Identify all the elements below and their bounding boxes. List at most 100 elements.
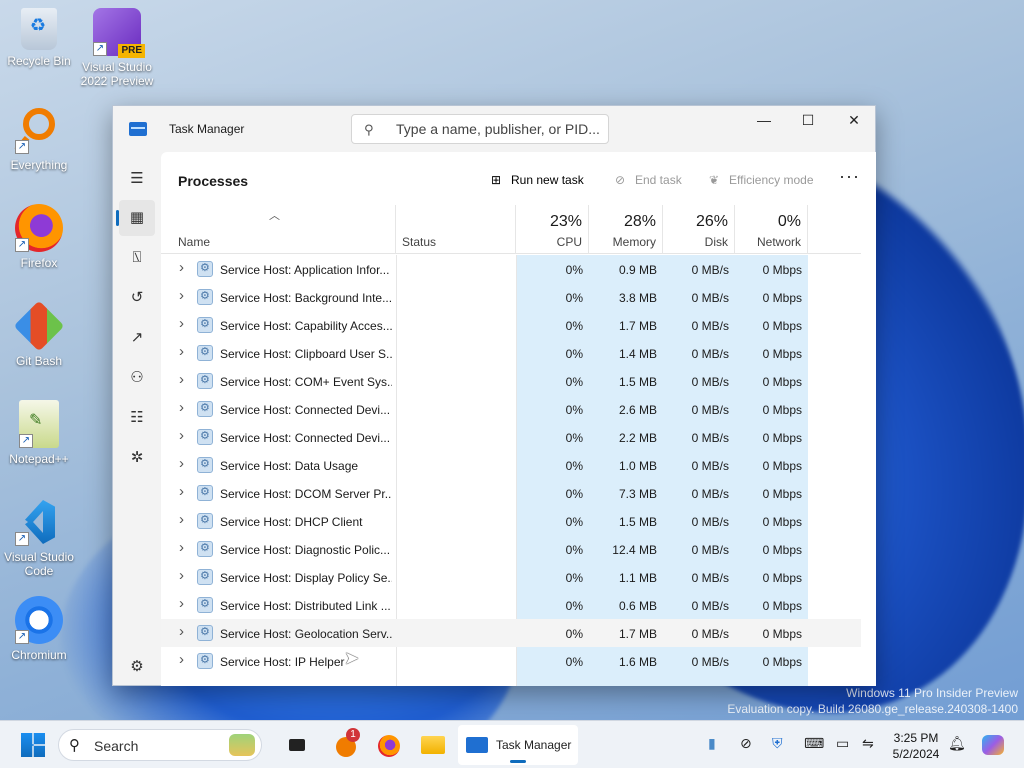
expand-chevron-icon[interactable]: › xyxy=(179,371,184,388)
column-header-memory[interactable]: 28% Memory xyxy=(589,205,663,254)
desktop-icon-chromium[interactable]: ↗ Chromium xyxy=(1,596,77,662)
column-header-status[interactable]: Status xyxy=(396,205,516,254)
process-row[interactable]: › Service Host: Display Policy Se... 0% 1.1… xyxy=(161,563,861,591)
process-name: Service Host: Capability Acces... xyxy=(220,319,392,333)
process-row[interactable]: › Service Host: Capability Acces... 0% 1.7 … xyxy=(161,311,861,339)
expand-chevron-icon[interactable]: › xyxy=(179,511,184,528)
process-row[interactable]: › Service Host: Background Inte... 0% 3.8 M… xyxy=(161,283,861,311)
expand-chevron-icon[interactable]: › xyxy=(179,455,184,472)
expand-chevron-icon[interactable]: › xyxy=(179,287,184,304)
process-row[interactable]: › Service Host: DHCP Client 0% 1.5 MB 0 MB/s… xyxy=(161,507,861,535)
vscode-icon: ↗ xyxy=(15,498,63,546)
nav-details[interactable]: ☷ xyxy=(119,400,155,436)
column-header-network[interactable]: 0% Network xyxy=(735,205,808,254)
desktop-icon-git-bash[interactable]: Git Bash xyxy=(1,300,77,368)
expand-chevron-icon[interactable]: › xyxy=(179,651,184,668)
column-header-disk[interactable]: 26% Disk xyxy=(663,205,735,254)
copilot-button[interactable] xyxy=(980,729,1006,761)
expand-chevron-icon[interactable]: › xyxy=(179,259,184,276)
desktop-icon-visual-studio[interactable]: ↗ PRE Visual Studio 2022 Preview xyxy=(79,8,155,88)
process-name: Service Host: DCOM Server Pr... xyxy=(220,487,392,501)
process-row[interactable]: › Service Host: Application Infor... 0% 0.9… xyxy=(161,255,861,283)
end-task-button[interactable]: ⊘ End task xyxy=(611,172,682,190)
expand-chevron-icon[interactable]: › xyxy=(179,399,184,416)
task-view-button[interactable] xyxy=(284,729,312,761)
display-icon[interactable]: ▭ xyxy=(836,735,849,752)
process-row[interactable]: › Service Host: DCOM Server Pr... 0% 7.3 MB… xyxy=(161,479,861,507)
expand-chevron-icon[interactable]: › xyxy=(179,315,184,332)
process-search-box[interactable]: ⚲ xyxy=(351,114,609,144)
process-disk-value: 0 MB/s xyxy=(691,403,729,417)
column-header-cpu[interactable]: 23% CPU xyxy=(516,205,589,254)
process-memory-value: 3.8 MB xyxy=(618,291,657,305)
expand-chevron-icon[interactable]: › xyxy=(179,483,184,500)
process-row[interactable]: › Service Host: Diagnostic Polic... 0% 12.4… xyxy=(161,535,861,563)
nav-app-history[interactable]: ↺ xyxy=(119,280,155,316)
processes-icon: ▦ xyxy=(129,209,145,226)
start-button[interactable] xyxy=(18,729,48,761)
nav-settings[interactable]: ⚙ xyxy=(119,649,155,685)
hamburger-menu-icon[interactable]: ☰ xyxy=(119,161,155,197)
process-row[interactable]: › Service Host: Connected Devi... 0% 2.2 MB… xyxy=(161,423,861,451)
process-memory-value: 12.4 MB xyxy=(612,543,657,557)
expand-chevron-icon[interactable]: › xyxy=(179,623,184,640)
process-cpu-value: 0% xyxy=(565,263,583,277)
expand-chevron-icon[interactable]: › xyxy=(179,539,184,556)
process-cpu-value: 0% xyxy=(565,375,583,389)
process-name: Service Host: Connected Devi... xyxy=(220,431,391,445)
run-new-task-button[interactable]: ⊞ Run new task xyxy=(487,172,584,190)
tray-app-icon[interactable]: ▮ xyxy=(708,735,716,752)
efficiency-mode-button[interactable]: ❦ Efficiency mode xyxy=(705,172,814,190)
security-shield-icon[interactable]: ⛨ xyxy=(772,735,783,752)
desktop-icon-notepad-plus-plus[interactable]: ✎ ↗ Notepad++ xyxy=(1,400,77,466)
command-bar: Processes ⊞ Run new task ⊘ End task ❦ Effic… xyxy=(161,152,876,205)
process-disk-value: 0 MB/s xyxy=(691,571,729,585)
process-name: Service Host: Clipboard User S... xyxy=(220,347,392,361)
process-search-input[interactable] xyxy=(396,119,601,139)
process-rows: › Service Host: Application Infor... 0% 0.9… xyxy=(161,255,861,686)
nav-users[interactable]: ⚇ xyxy=(119,360,155,396)
expand-chevron-icon[interactable]: › xyxy=(179,343,184,360)
taskbar-task-manager[interactable]: Task Manager xyxy=(458,725,578,765)
process-memory-value: 1.6 MB xyxy=(618,655,657,669)
process-network-value: 0 Mbps xyxy=(762,431,802,445)
process-row[interactable]: › Service Host: COM+ Event Sys... 0% 1.5 MB… xyxy=(161,367,861,395)
notification-bell-icon[interactable]: 🔔︎ xyxy=(948,735,966,752)
nav-performance[interactable]: ⍂ xyxy=(119,240,155,276)
network-off-icon[interactable]: ⊘ xyxy=(740,735,752,752)
process-memory-value: 2.2 MB xyxy=(618,431,657,445)
desktop-icon-recycle-bin[interactable]: ♻ Recycle Bin xyxy=(1,8,77,68)
taskbar-firefox[interactable] xyxy=(374,729,402,761)
nav-startup-apps[interactable]: ↗ xyxy=(119,320,155,356)
process-row[interactable]: › Service Host: Distributed Link ... 0% 0.6… xyxy=(161,591,861,619)
maximize-button[interactable]: ☐ xyxy=(785,106,831,136)
desktop-icon-firefox[interactable]: ↗ Firefox xyxy=(1,204,77,270)
expand-chevron-icon[interactable]: › xyxy=(179,595,184,612)
process-row[interactable]: › Service Host: Geolocation Serv... 0% 1.7 … xyxy=(161,619,861,647)
title-bar[interactable]: Task Manager ⚲ — ☐ ✕ xyxy=(113,106,875,152)
minimize-button[interactable]: — xyxy=(741,106,787,136)
expand-chevron-icon[interactable]: › xyxy=(179,567,184,584)
page-title: Processes xyxy=(178,173,249,189)
service-host-icon xyxy=(197,289,213,305)
process-network-value: 0 Mbps xyxy=(762,291,802,305)
taskbar-search[interactable]: ⚲ Search xyxy=(58,729,262,761)
keyboard-icon[interactable]: ⌨ xyxy=(804,735,824,752)
process-cpu-value: 0% xyxy=(565,515,583,529)
process-row[interactable]: › Service Host: IP Helper 0% 1.6 MB 0 MB/s 0 … xyxy=(161,647,861,675)
desktop-icon-vscode[interactable]: ↗ Visual Studio Code xyxy=(1,498,77,578)
system-clock[interactable]: 3:25 PM 5/2/2024 xyxy=(884,730,948,762)
process-row[interactable]: › Service Host: Clipboard User S... 0% 1.4 … xyxy=(161,339,861,367)
column-header-name[interactable]: ︿ Name xyxy=(161,205,396,254)
close-button[interactable]: ✕ xyxy=(831,106,877,136)
more-options-button[interactable]: ··· xyxy=(839,166,860,187)
desktop-icon-everything[interactable]: ↗ Everything xyxy=(1,106,77,172)
expand-chevron-icon[interactable]: › xyxy=(179,427,184,444)
network-icon[interactable]: ⇋ xyxy=(862,735,874,752)
nav-processes[interactable]: ▦ xyxy=(116,200,155,236)
taskbar-file-explorer[interactable] xyxy=(418,729,446,761)
process-row[interactable]: › Service Host: Data Usage 0% 1.0 MB 0 MB/s 0… xyxy=(161,451,861,479)
process-row[interactable]: › Service Host: Connected Devi... 0% 2.6 MB… xyxy=(161,395,861,423)
nav-services[interactable]: ✲ xyxy=(119,440,155,476)
clock-time: 3:25 PM xyxy=(893,731,939,745)
